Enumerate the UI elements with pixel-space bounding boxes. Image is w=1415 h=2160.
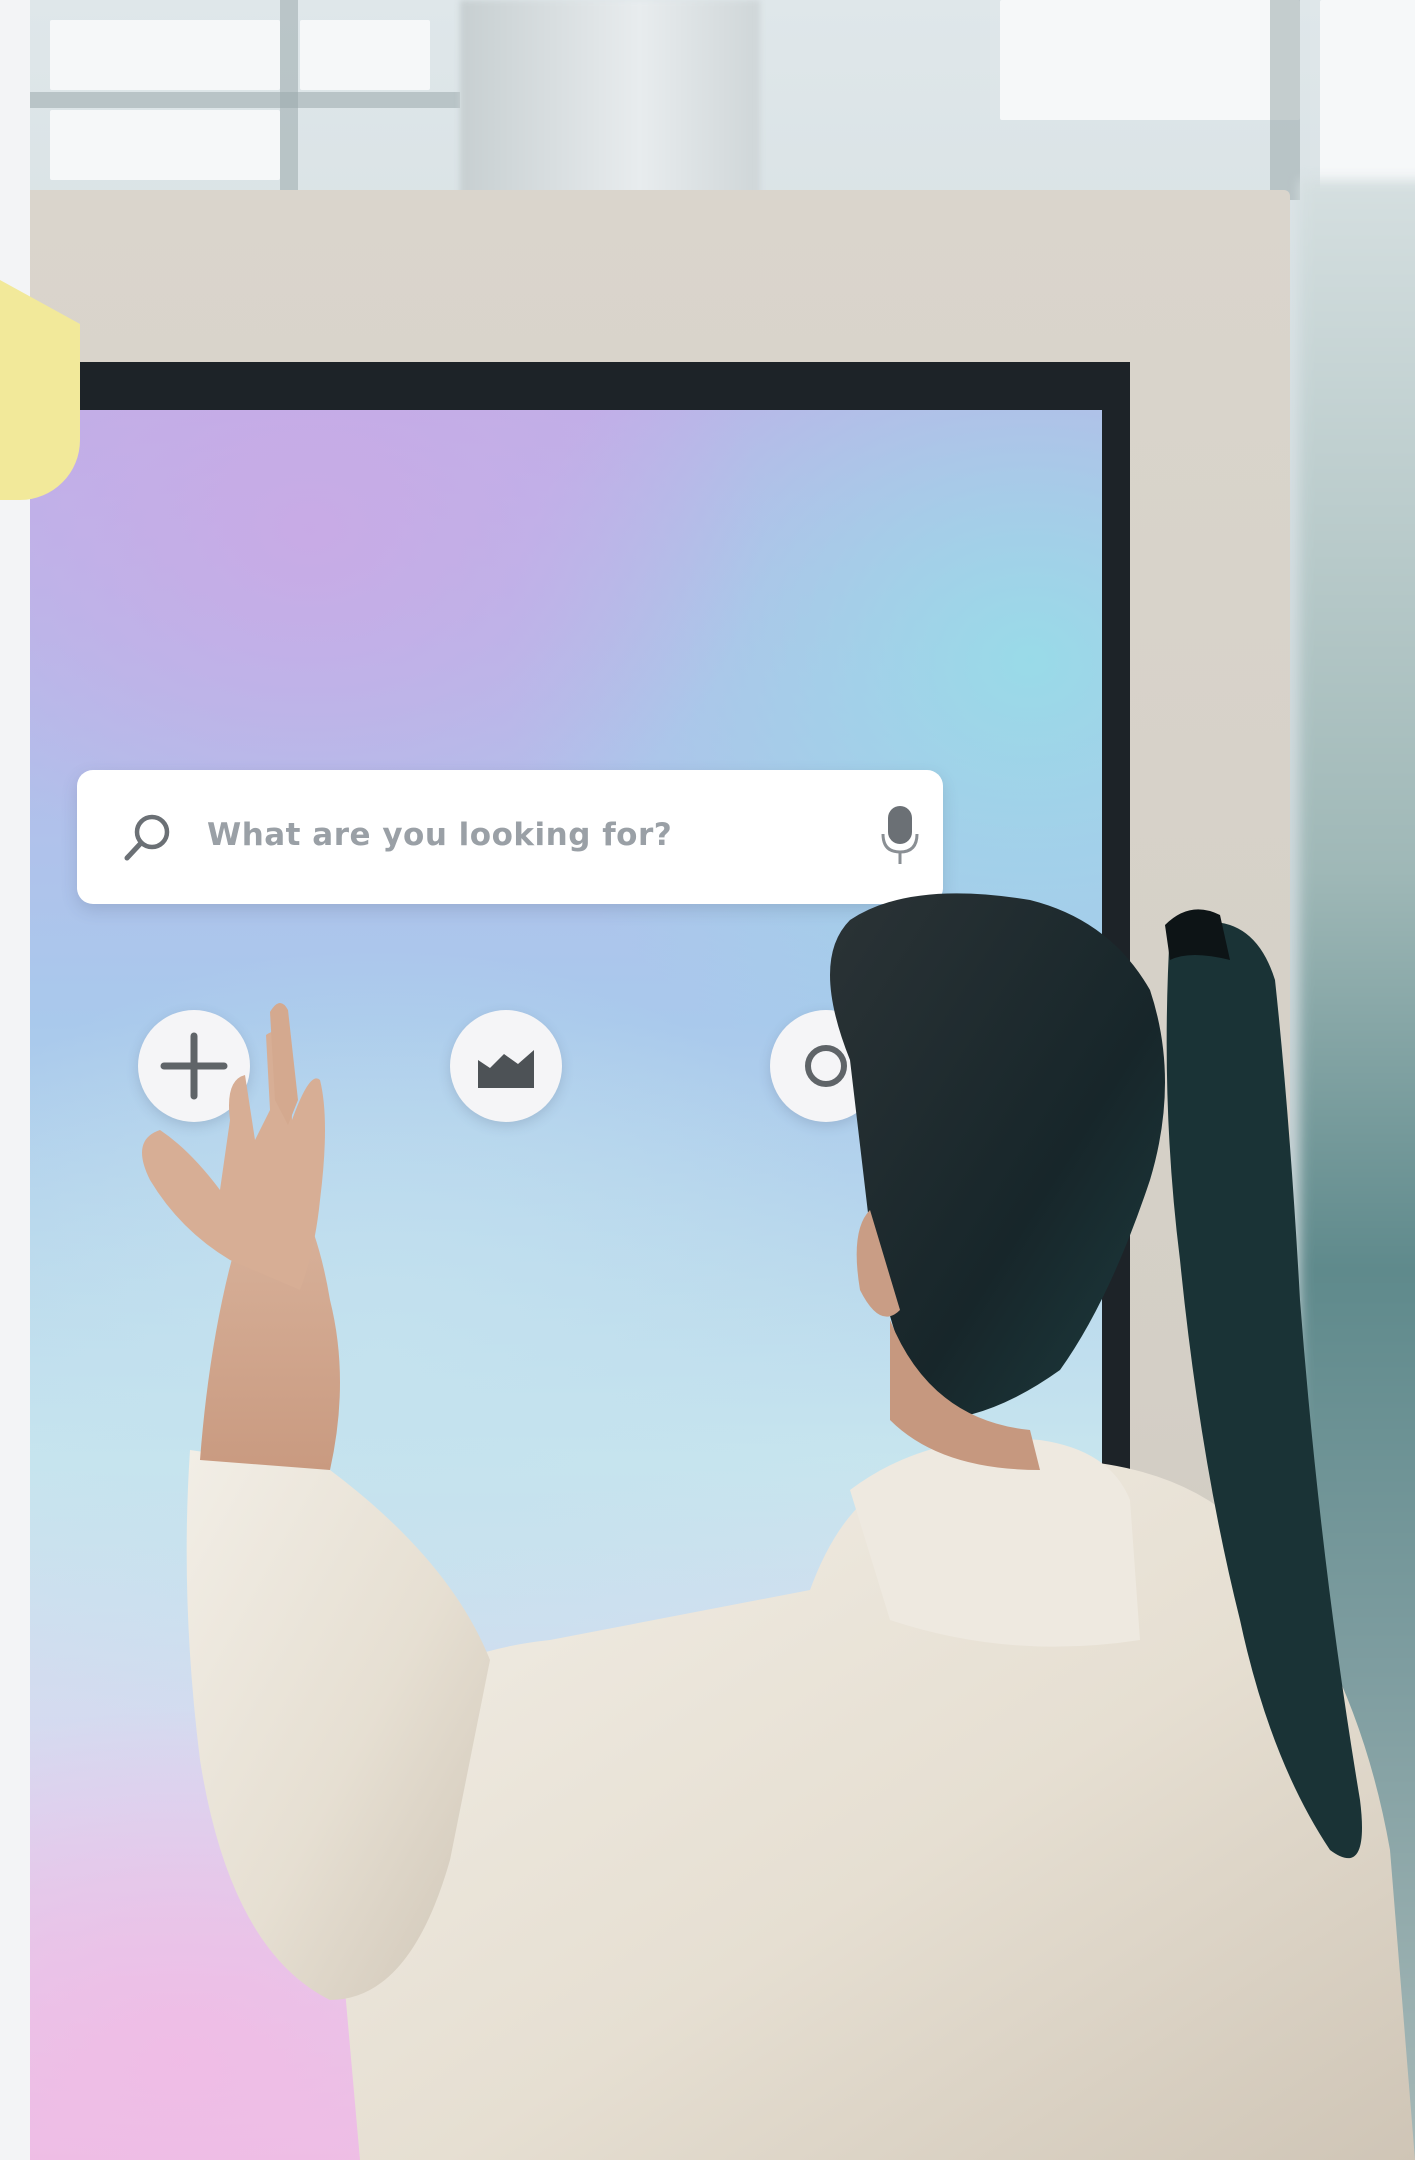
menu-icon: [805, 1045, 847, 1087]
search-icon: [124, 814, 170, 861]
kiosk-screen: What are you looking for?: [30, 410, 1102, 2160]
background-beam: [1270, 0, 1300, 200]
background-beam: [280, 0, 298, 190]
background-window: [50, 20, 280, 90]
background-window: [300, 20, 430, 90]
background-window: [50, 110, 280, 180]
third-button[interactable]: [770, 1010, 882, 1122]
plus-icon: [160, 1032, 228, 1100]
background-beam: [30, 92, 460, 108]
microphone-icon[interactable]: [877, 804, 923, 868]
background-blur: [1300, 180, 1415, 2160]
background-window: [1320, 0, 1415, 210]
chart-button[interactable]: [450, 1010, 562, 1122]
kiosk-photo-scene: What are you looking for?: [0, 0, 1415, 2160]
background-window: [1000, 0, 1300, 120]
search-bar[interactable]: What are you looking for?: [77, 770, 943, 904]
search-input[interactable]: What are you looking for?: [207, 817, 672, 853]
photo-background: What are you looking for?: [30, 0, 1415, 2160]
add-button[interactable]: [138, 1010, 250, 1122]
area-chart-icon: [478, 1050, 534, 1088]
background-pillar: [460, 0, 760, 200]
